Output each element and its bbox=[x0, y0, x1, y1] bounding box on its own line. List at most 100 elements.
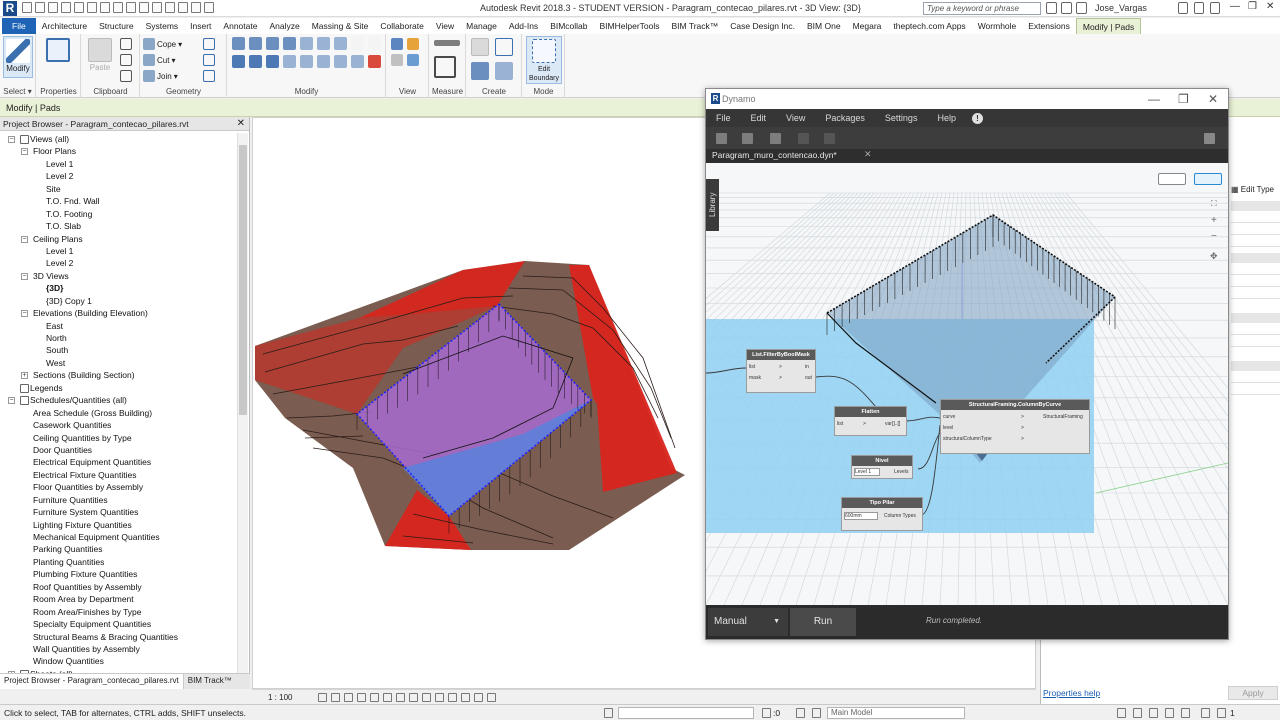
tab-systems[interactable]: Systems bbox=[140, 18, 185, 34]
dynamo-menu-packages[interactable]: Packages bbox=[815, 113, 875, 123]
move-icon[interactable] bbox=[232, 55, 245, 68]
dynamo-maximize-button[interactable]: ❐ bbox=[1178, 89, 1189, 109]
hide-isolate-icon[interactable] bbox=[391, 38, 403, 50]
save-icon[interactable] bbox=[35, 2, 45, 13]
properties-group-header[interactable] bbox=[1231, 253, 1280, 263]
show-crop-icon[interactable] bbox=[396, 692, 406, 702]
run-button[interactable]: Run bbox=[790, 608, 856, 636]
trim-single-icon[interactable] bbox=[300, 55, 313, 68]
cut-geometry-button[interactable]: Cut ▾ bbox=[143, 54, 175, 66]
star-icon[interactable] bbox=[1076, 2, 1087, 14]
tree-item[interactable]: T.O. Fnd. Wall bbox=[0, 195, 236, 207]
cut-icon[interactable] bbox=[120, 38, 132, 50]
edit-boundary-button[interactable]: Edit Boundary bbox=[526, 36, 562, 84]
properties-row[interactable] bbox=[1231, 289, 1280, 299]
visual-style-icon[interactable] bbox=[331, 692, 341, 702]
lock-view-icon[interactable] bbox=[409, 692, 419, 702]
tree-item[interactable]: Mechanical Equipment Quantities bbox=[0, 531, 236, 543]
properties-row[interactable] bbox=[1231, 325, 1280, 335]
tree-item[interactable]: Door Quantities bbox=[0, 444, 236, 456]
editable-only-icon[interactable] bbox=[762, 708, 771, 718]
tree-item[interactable]: − Elevations (Building Elevation) bbox=[0, 307, 236, 319]
properties-row[interactable] bbox=[1231, 265, 1280, 275]
view-scale[interactable]: 1 : 100 bbox=[268, 693, 292, 702]
constraints-icon[interactable] bbox=[474, 692, 484, 702]
tab-project-browser[interactable]: Project Browser - Paragram_contecao_pila… bbox=[0, 674, 184, 689]
tab-collaborate[interactable]: Collaborate bbox=[374, 18, 429, 34]
select-underlay-icon[interactable] bbox=[1133, 708, 1142, 718]
copy-icon[interactable] bbox=[120, 54, 132, 66]
apply-button[interactable]: Apply bbox=[1228, 686, 1278, 700]
dynamo-file-tab[interactable]: Paragram_muro_contencao.dyn* bbox=[712, 150, 837, 160]
collapse-icon[interactable]: − bbox=[21, 148, 28, 156]
output-port-out[interactable]: out bbox=[805, 375, 812, 381]
notification-icon[interactable]: ! bbox=[971, 112, 983, 124]
tab-theptech-com-apps[interactable]: theptech.com Apps bbox=[887, 18, 971, 34]
tree-item[interactable]: Specialty Equipment Quantities bbox=[0, 618, 236, 630]
tab-annotate[interactable]: Annotate bbox=[217, 18, 263, 34]
close-hidden-icon[interactable] bbox=[191, 2, 201, 13]
collapse-icon[interactable]: − bbox=[21, 310, 28, 318]
output-port-var[interactable]: var[]..[] bbox=[885, 421, 900, 427]
rotate-icon[interactable] bbox=[266, 55, 279, 68]
paint-icon[interactable] bbox=[203, 70, 215, 82]
design-option-combo[interactable]: Main Model bbox=[827, 707, 965, 719]
split-icon[interactable] bbox=[300, 37, 313, 50]
close-button[interactable]: ✕ bbox=[1266, 1, 1274, 12]
properties-row[interactable] bbox=[1231, 385, 1280, 395]
tree-item[interactable]: North bbox=[0, 332, 236, 344]
library-panel-toggle[interactable]: Library bbox=[706, 179, 719, 231]
section-icon[interactable] bbox=[165, 2, 175, 13]
cart-icon[interactable] bbox=[1178, 2, 1188, 14]
temporary-hide-icon[interactable] bbox=[422, 692, 432, 702]
input-port-list[interactable]: list bbox=[749, 364, 755, 370]
properties-row[interactable] bbox=[1231, 225, 1280, 235]
tree-item[interactable]: Level 1 bbox=[0, 245, 236, 257]
collapse-icon[interactable]: − bbox=[8, 397, 15, 405]
measure-distance-icon[interactable] bbox=[434, 40, 460, 46]
tree-item[interactable]: − Floor Plans bbox=[0, 145, 236, 157]
select-by-face-icon[interactable] bbox=[1165, 708, 1174, 718]
visibility-icon[interactable] bbox=[407, 54, 419, 66]
tree-item[interactable]: Room Area by Department bbox=[0, 593, 236, 605]
exclude-options-icon[interactable] bbox=[812, 708, 821, 718]
scale-icon[interactable] bbox=[351, 55, 364, 68]
column-type-dropdown[interactable]: 600mm bbox=[844, 512, 878, 520]
tree-item[interactable]: Furniture System Quantities bbox=[0, 506, 236, 518]
dynamo-close-button[interactable]: ✕ bbox=[1208, 89, 1218, 109]
pan-icon[interactable]: ✥ bbox=[1210, 251, 1218, 262]
tree-item[interactable]: Ceiling Quantities by Type bbox=[0, 432, 236, 444]
3d-view-icon[interactable] bbox=[152, 2, 162, 13]
tree-scrollbar[interactable] bbox=[237, 133, 248, 675]
output-port-in[interactable]: in bbox=[805, 364, 809, 370]
revit-logo[interactable]: R bbox=[3, 1, 17, 16]
properties-group-header[interactable] bbox=[1231, 201, 1280, 211]
subscription-icon[interactable] bbox=[1061, 2, 1072, 14]
redo-icon[interactable] bbox=[824, 133, 835, 144]
dynamo-menu-file[interactable]: File bbox=[706, 113, 741, 123]
properties-row[interactable] bbox=[1231, 237, 1280, 247]
tree-item[interactable]: Casework Quantities bbox=[0, 419, 236, 431]
tree-item[interactable]: Area Schedule (Gross Building) bbox=[0, 407, 236, 419]
tree-item[interactable]: Furniture Quantities bbox=[0, 494, 236, 506]
create-group-icon[interactable] bbox=[471, 62, 489, 80]
dynamo-canvas[interactable]: Library ⛶ + − ✥ List.FilterByBoolMask li… bbox=[706, 163, 1228, 605]
tab-megara[interactable]: Megara bbox=[847, 18, 888, 34]
tree-item[interactable]: {3D} bbox=[0, 282, 236, 294]
properties-button[interactable] bbox=[43, 36, 73, 78]
print-icon[interactable] bbox=[87, 2, 97, 13]
tree-item[interactable]: Level 2 bbox=[0, 257, 236, 269]
tab-modify-pads[interactable]: Modify | Pads bbox=[1075, 18, 1142, 34]
dynamo-menu-settings[interactable]: Settings bbox=[875, 113, 928, 123]
detail-level-icon[interactable] bbox=[318, 692, 328, 702]
linework-icon[interactable] bbox=[391, 54, 403, 66]
open-icon[interactable] bbox=[742, 133, 753, 144]
copy-element-icon[interactable] bbox=[249, 55, 262, 68]
minimize-button[interactable]: — bbox=[1230, 1, 1240, 12]
input-port-level[interactable]: level bbox=[943, 425, 953, 431]
output-port-structuralframing[interactable]: StructuralFraming bbox=[1043, 414, 1083, 420]
select-links-icon[interactable] bbox=[1117, 708, 1126, 718]
workset-combo[interactable] bbox=[618, 707, 754, 719]
reveal-hidden-icon[interactable] bbox=[435, 692, 445, 702]
properties-help-link[interactable]: Properties help bbox=[1043, 688, 1100, 698]
